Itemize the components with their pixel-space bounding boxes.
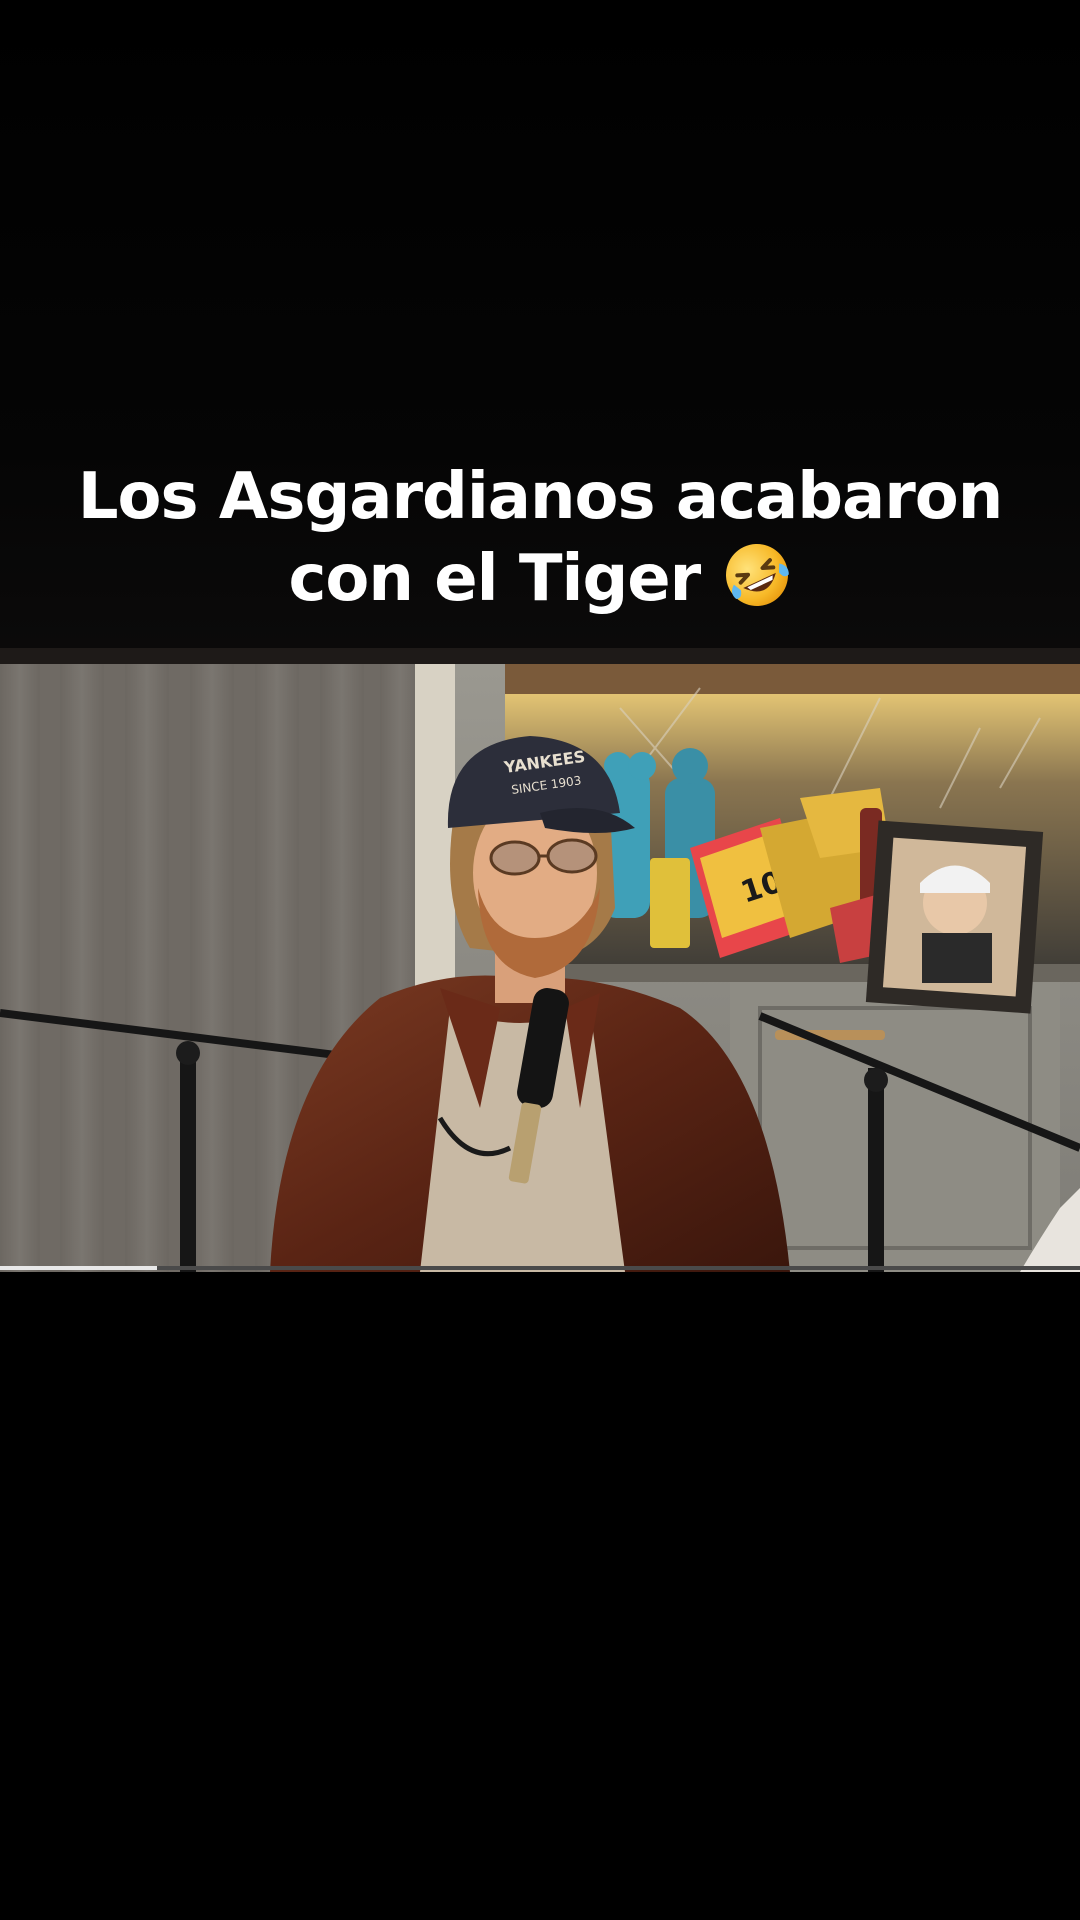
video-still-image: 1000	[0, 648, 1080, 1272]
video-screen[interactable]: Los Asgardianos acabaron con el Tiger YA…	[0, 0, 1080, 1920]
bottom-black-band	[0, 1272, 1080, 1920]
video-caption: Los Asgardianos acabaron con el Tiger	[40, 456, 1040, 620]
video-frame[interactable]: 1000	[0, 648, 1080, 1272]
video-progress-fill	[0, 1266, 157, 1270]
caption-line-2-text: con el Tiger	[288, 542, 701, 616]
laughing-emoji-icon	[725, 544, 789, 606]
video-progress-bar[interactable]	[0, 1266, 1080, 1270]
caption-line-1: Los Asgardianos acabaron	[77, 460, 1004, 534]
caption-line-2: con el Tiger	[40, 538, 1040, 620]
framed-photo	[865, 820, 1044, 1014]
